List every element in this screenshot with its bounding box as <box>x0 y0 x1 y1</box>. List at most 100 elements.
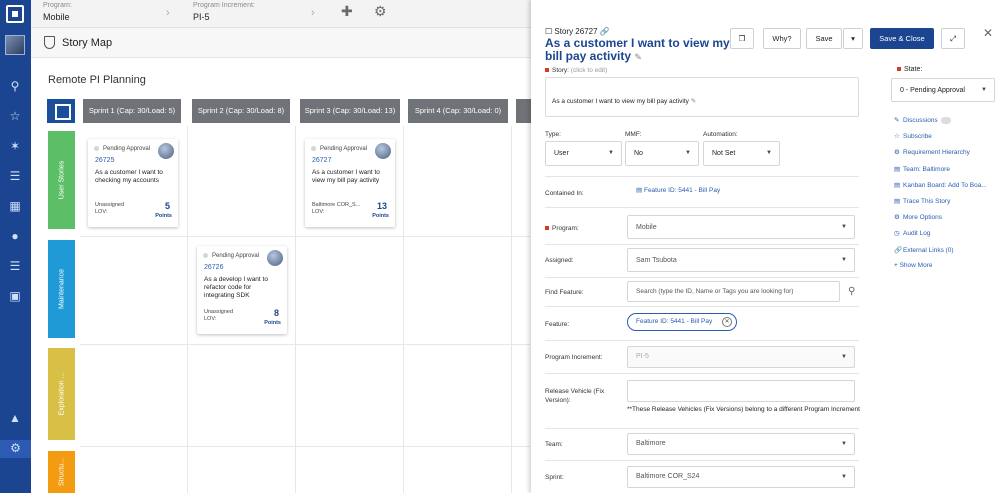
state-select[interactable]: 0 - Pending Approval ▼ <box>891 78 995 102</box>
sprint-header[interactable]: Sprint 2 (Cap: 30/Load: 8) <box>192 99 290 123</box>
sprint-header[interactable]: Sprint 3 (Cap: 30/Load: 13) <box>300 99 400 123</box>
sprint-select[interactable]: Baltimore COR_S24 ▼ <box>627 466 855 488</box>
user-avatar[interactable] <box>5 35 25 55</box>
show-more-link[interactable]: + Show More <box>894 262 932 269</box>
type-label: Type: <box>545 131 561 138</box>
board-icon: ▤ <box>894 182 901 189</box>
story-label: Story: (click to edit) <box>545 67 607 74</box>
card-id[interactable]: 26725 <box>95 157 114 164</box>
chevron-down-icon: ▼ <box>685 150 691 156</box>
lane-user-stories[interactable]: User Stories <box>48 131 75 229</box>
pi-value[interactable]: PI-5 <box>193 12 210 22</box>
search-icon[interactable]: ⚲ <box>7 78 23 94</box>
kanban-board-link[interactable]: ▤ Kanban Board: Add To Boa... <box>894 181 987 189</box>
inbox-icon[interactable]: ▣ <box>7 288 23 304</box>
story-textarea[interactable]: As a customer I want to view my bill pay… <box>545 77 859 117</box>
sprint-value: Baltimore COR_S24 <box>636 473 700 480</box>
lane-label: User Stories <box>58 160 65 200</box>
card-status: Pending Approval <box>311 146 367 152</box>
story-card[interactable]: Pending Approval 26726 As a develop I wa… <box>197 246 287 334</box>
pencil-icon[interactable]: ✎ <box>634 52 642 62</box>
card-description: As a develop I want to refactor code for… <box>204 276 268 299</box>
save-dropdown-chevron-icon[interactable]: ▾ <box>843 28 863 49</box>
shield-icon <box>44 36 55 49</box>
gear-icon: ⚙ <box>894 149 900 156</box>
add-icon[interactable]: ✚ <box>341 3 353 20</box>
subscribe-link[interactable]: ☆ Subscribe <box>894 132 932 140</box>
mmf-select[interactable]: No ▼ <box>625 141 699 166</box>
story-map-title: Story Map <box>62 37 113 49</box>
save-button[interactable]: Save <box>806 28 842 49</box>
lane-exploration[interactable]: Exploration ... <box>48 348 75 440</box>
board-logo <box>47 99 75 123</box>
sliders-icon[interactable]: ☰ <box>7 258 23 274</box>
chevron-right-icon: › <box>166 7 170 19</box>
document-icon: ▤ <box>894 198 901 205</box>
more-options-link[interactable]: ⚙ More Options <box>894 213 942 221</box>
sprint-header[interactable]: Sprint 1 (Cap: 30/Load: 5) <box>83 99 181 123</box>
gear-icon[interactable]: ⚙ <box>374 3 387 20</box>
find-feature-input[interactable]: Search (type the ID, Name or Tags you ar… <box>627 281 840 302</box>
assigned-select[interactable]: Sam Tsubota ▼ <box>627 248 855 272</box>
sprint-header[interactable]: Sprint 4 (Cap: 30/Load: 0) <box>408 99 508 123</box>
state-value: 0 - Pending Approval <box>900 87 965 94</box>
link-icon[interactable]: 🔗 <box>600 27 610 36</box>
network-icon[interactable]: ✶ <box>7 138 23 154</box>
nodes-icon[interactable]: ● <box>7 228 23 244</box>
trace-story-link[interactable]: ▤ Trace This Story <box>894 197 950 205</box>
requirement-hierarchy-link[interactable]: ⚙ Requirement Hierarchy <box>894 148 970 156</box>
card-id[interactable]: 26727 <box>312 157 331 164</box>
lane-label: Maintenance <box>58 268 65 310</box>
search-icon[interactable]: ⚲ <box>848 286 855 297</box>
contained-value: Feature ID: 5441 - Bill Pay <box>643 187 721 194</box>
team-select[interactable]: Baltimore ▼ <box>627 433 855 455</box>
card-id[interactable]: 26726 <box>204 264 223 271</box>
card-assignee: Unassigned <box>95 202 125 208</box>
program-label: Program: <box>43 2 72 9</box>
sprint-header-partial[interactable] <box>516 99 531 123</box>
story-card[interactable]: Pending Approval 26727 As a customer I w… <box>305 139 395 227</box>
star-icon[interactable]: ☆ <box>7 108 23 124</box>
story-text-value: As a customer I want to view my bill pay… <box>552 98 689 105</box>
card-points: 5 <box>164 201 170 211</box>
pencil-icon[interactable]: ✎ <box>691 98 696 105</box>
team-link-label: Team: Baltimore <box>903 166 950 173</box>
pi-select[interactable]: PI-5 ▼ <box>627 346 855 368</box>
team-link[interactable]: ▤ Team: Baltimore <box>894 165 950 173</box>
lane-maintenance[interactable]: Maintenance <box>48 240 75 338</box>
program-select[interactable]: Mobile ▼ <box>627 215 855 239</box>
program-label: Program: <box>545 225 579 232</box>
feature-tag[interactable]: Feature ID: 5441 - Bill Pay ✕ <box>627 313 737 331</box>
contained-in-link[interactable]: ▤ Feature ID: 5441 - Bill Pay <box>636 186 720 194</box>
card-points: 8 <box>273 308 279 318</box>
copy-icon[interactable]: ❐ <box>730 28 754 49</box>
why-button[interactable]: Why? <box>763 28 801 49</box>
chevron-down-icon: ▼ <box>841 441 847 447</box>
card-points-label: Points <box>155 213 172 219</box>
app-logo[interactable] <box>6 5 24 23</box>
automation-select[interactable]: Not Set ▼ <box>703 141 780 166</box>
external-links-link[interactable]: 🔗External Links (0) <box>894 246 954 254</box>
settings-icon[interactable]: ⚙ <box>0 440 31 458</box>
divider <box>545 428 859 429</box>
hierarchy-icon[interactable]: ☰ <box>7 168 23 184</box>
story-title[interactable]: As a customer I want to view my bill pay… <box>545 37 735 64</box>
story-map-header: Story Map <box>31 28 531 58</box>
close-icon[interactable]: ✕ <box>983 26 993 40</box>
mmf-label: MMF: <box>625 131 642 138</box>
chat-icon: ✎ <box>894 117 900 124</box>
release-input[interactable] <box>627 380 855 402</box>
story-card[interactable]: Pending Approval 26725 As a customer I w… <box>88 139 178 227</box>
story-label-text: Story: <box>552 67 569 74</box>
program-value[interactable]: Mobile <box>43 12 70 22</box>
chart-icon[interactable]: ▲ <box>7 410 23 426</box>
remove-icon[interactable]: ✕ <box>722 317 732 327</box>
lane-structure[interactable]: Structu... <box>48 451 75 493</box>
save-close-button[interactable]: Save & Close <box>870 28 934 49</box>
audit-log-link[interactable]: ◷ Audit Log <box>894 229 930 237</box>
expand-icon[interactable]: ⤢ <box>941 28 965 49</box>
discussions-link[interactable]: ✎ Discussions <box>894 116 951 124</box>
type-select[interactable]: User ▼ <box>545 141 622 166</box>
card-description: As a customer I want to view my bill pay… <box>312 169 380 184</box>
org-chart-icon[interactable]: ▦ <box>7 198 23 214</box>
